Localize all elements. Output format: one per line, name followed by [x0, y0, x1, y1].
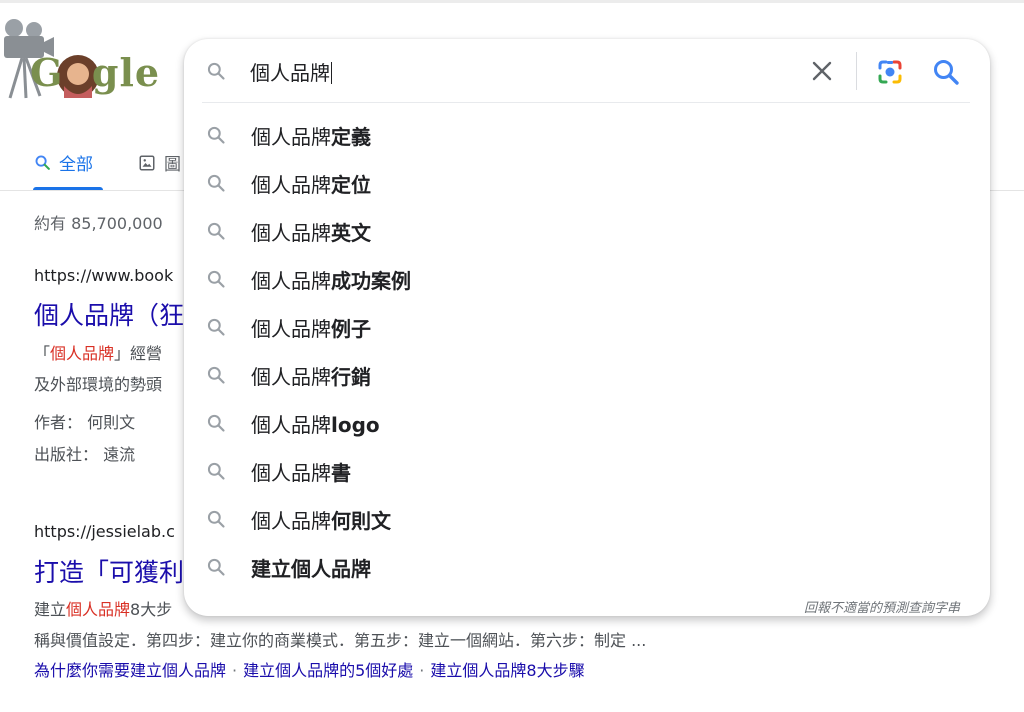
search-query-text: 個人品牌 — [250, 61, 330, 85]
suggestion-prefix: 個人品牌 — [251, 461, 331, 485]
tab-all[interactable]: 全部 — [34, 150, 93, 175]
image-icon — [139, 155, 155, 170]
suggestion-prefix: 個人品牌 — [251, 221, 331, 245]
suggestion-item[interactable]: 個人品牌英文 — [184, 208, 990, 252]
search-icon — [207, 510, 225, 528]
suggestion-text: 建立個人品牌 — [251, 553, 371, 582]
suggestion-prefix: 個人品牌 — [251, 365, 331, 389]
result1-snippet-pre: 「 — [34, 344, 51, 363]
sitelink[interactable]: 建立個人品牌8大步驟 — [430, 661, 584, 680]
result2-title[interactable]: 打造「可獲利 — [34, 553, 184, 589]
google-doodle-logo[interactable]: G gle — [0, 16, 175, 106]
suggestion-prefix: 個人品牌 — [251, 125, 331, 149]
tab-images-label: 圖 — [164, 155, 181, 175]
search-submit-icon[interactable] — [930, 56, 962, 88]
search-icon — [207, 558, 225, 576]
tab-images[interactable]: 圖 — [138, 150, 181, 175]
search-icon — [35, 155, 50, 170]
suggestion-completion: 英文 — [331, 221, 371, 245]
clear-icon[interactable] — [808, 57, 836, 85]
search-icon — [207, 126, 225, 144]
suggestion-completion: 建立個人品牌 — [251, 557, 371, 581]
tab-all-label: 全部 — [59, 155, 93, 175]
search-bar-divider — [856, 52, 857, 90]
search-icon — [207, 414, 225, 432]
logo-letters: G gle — [30, 50, 161, 95]
result2-snippet-pre: 建立 — [34, 600, 67, 619]
suggestion-prefix: 個人品牌 — [251, 269, 331, 293]
suggestion-completion: 成功案例 — [331, 269, 411, 293]
suggestion-text: 個人品牌行銷 — [251, 361, 371, 390]
sitelink[interactable]: 為什麼你需要建立個人品牌 — [34, 661, 226, 680]
search-icon — [207, 62, 225, 80]
suggestion-completion: logo — [331, 413, 380, 437]
author-label: 作者： — [34, 413, 83, 432]
publisher-label: 出版社： — [34, 445, 99, 464]
suggestion-completion: 定義 — [331, 125, 371, 149]
suggestion-text: 個人品牌例子 — [251, 313, 371, 342]
result1-title[interactable]: 個人品牌（狂 — [34, 296, 184, 332]
search-icon — [207, 222, 225, 240]
result1-snippet: 「個人品牌」經營 — [34, 340, 162, 364]
search-bar: 個人品牌 — [184, 39, 990, 103]
result1-snippet-post: 」經營 — [114, 344, 163, 363]
result1-snippet-line2: 及外部環境的勢頭 — [34, 375, 163, 394]
result1-snippet-highlight: 個人品牌 — [50, 344, 115, 363]
suggestion-prefix: 個人品牌 — [251, 509, 331, 533]
suggestion-completion: 行銷 — [331, 365, 371, 389]
suggestion-item[interactable]: 個人品牌例子 — [184, 304, 990, 348]
suggestion-completion: 書 — [331, 461, 351, 485]
result2-snippet: 建立個人品牌8大步 — [34, 596, 172, 620]
result2-sitelinks: 為什麼你需要建立個人品牌 · 建立個人品牌的5個好處 · 建立個人品牌8大步驟 — [34, 657, 585, 681]
result2-url[interactable]: https://jessielab.c — [34, 522, 175, 541]
author-value: 何則文 — [87, 413, 136, 432]
search-autocomplete-dropdown: 個人品牌 個人品牌定義 個人品牌定位 個人品牌英文 個人品牌成功案例 個人品牌例子 個人品… — [184, 39, 990, 616]
suggestion-prefix: 個人品牌 — [251, 173, 331, 197]
search-icon — [207, 462, 225, 480]
suggestion-item[interactable]: 個人品牌logo — [184, 400, 990, 444]
result1-url[interactable]: https://www.book — [34, 266, 173, 285]
top-border — [0, 0, 1024, 3]
search-icon — [207, 270, 225, 288]
result2-snippet-line2: 稱與價值設定．第四步：建立你的商業模式．第五步：建立一個網站．第六步：制定 ..… — [34, 631, 647, 650]
suggestion-item[interactable]: 個人品牌書 — [184, 448, 990, 492]
suggestion-text: 個人品牌英文 — [251, 217, 371, 246]
sitelink-separator: · — [232, 661, 238, 680]
camera-lens-icon[interactable] — [874, 56, 906, 88]
suggestion-completion: 例子 — [331, 317, 371, 341]
sitelink-separator: · — [419, 661, 425, 680]
suggestion-text: 個人品牌書 — [251, 457, 351, 486]
suggestion-item[interactable]: 建立個人品牌 — [184, 544, 990, 588]
result2-snippet-highlight: 個人品牌 — [66, 600, 131, 619]
result1-publisher: 出版社： 遠流 — [34, 441, 135, 465]
suggestion-completion: 定位 — [331, 173, 371, 197]
suggestion-prefix: 個人品牌 — [251, 413, 331, 437]
dropdown-divider — [202, 102, 970, 103]
publisher-value: 遠流 — [103, 445, 136, 464]
sitelink[interactable]: 建立個人品牌的5個好處 — [243, 661, 413, 680]
suggestion-text: 個人品牌logo — [251, 409, 380, 438]
suggestion-item[interactable]: 個人品牌定位 — [184, 160, 990, 204]
suggestion-prefix: 個人品牌 — [251, 317, 331, 341]
result-stats: 約有 85,700,000 — [34, 214, 163, 233]
text-caret — [331, 62, 332, 84]
suggestion-item[interactable]: 個人品牌行銷 — [184, 352, 990, 396]
search-icon — [207, 318, 225, 336]
search-icon — [207, 366, 225, 384]
result1-author: 作者： 何則文 — [34, 409, 135, 433]
suggestion-text: 個人品牌定義 — [251, 121, 371, 150]
suggestion-item[interactable]: 個人品牌定義 — [184, 112, 990, 156]
report-predictions-link[interactable]: 回報不適當的預測查詢字串 — [804, 597, 960, 616]
suggestion-item[interactable]: 個人品牌成功案例 — [184, 256, 990, 300]
suggestion-completion: 何則文 — [331, 509, 391, 533]
suggestion-text: 個人品牌成功案例 — [251, 265, 411, 294]
search-icon — [207, 174, 225, 192]
suggestion-item[interactable]: 個人品牌何則文 — [184, 496, 990, 540]
result2-snippet-post: 8大步 — [130, 600, 173, 619]
suggestion-text: 個人品牌何則文 — [251, 505, 391, 534]
suggestion-text: 個人品牌定位 — [251, 169, 371, 198]
search-input[interactable]: 個人品牌 — [250, 57, 332, 86]
